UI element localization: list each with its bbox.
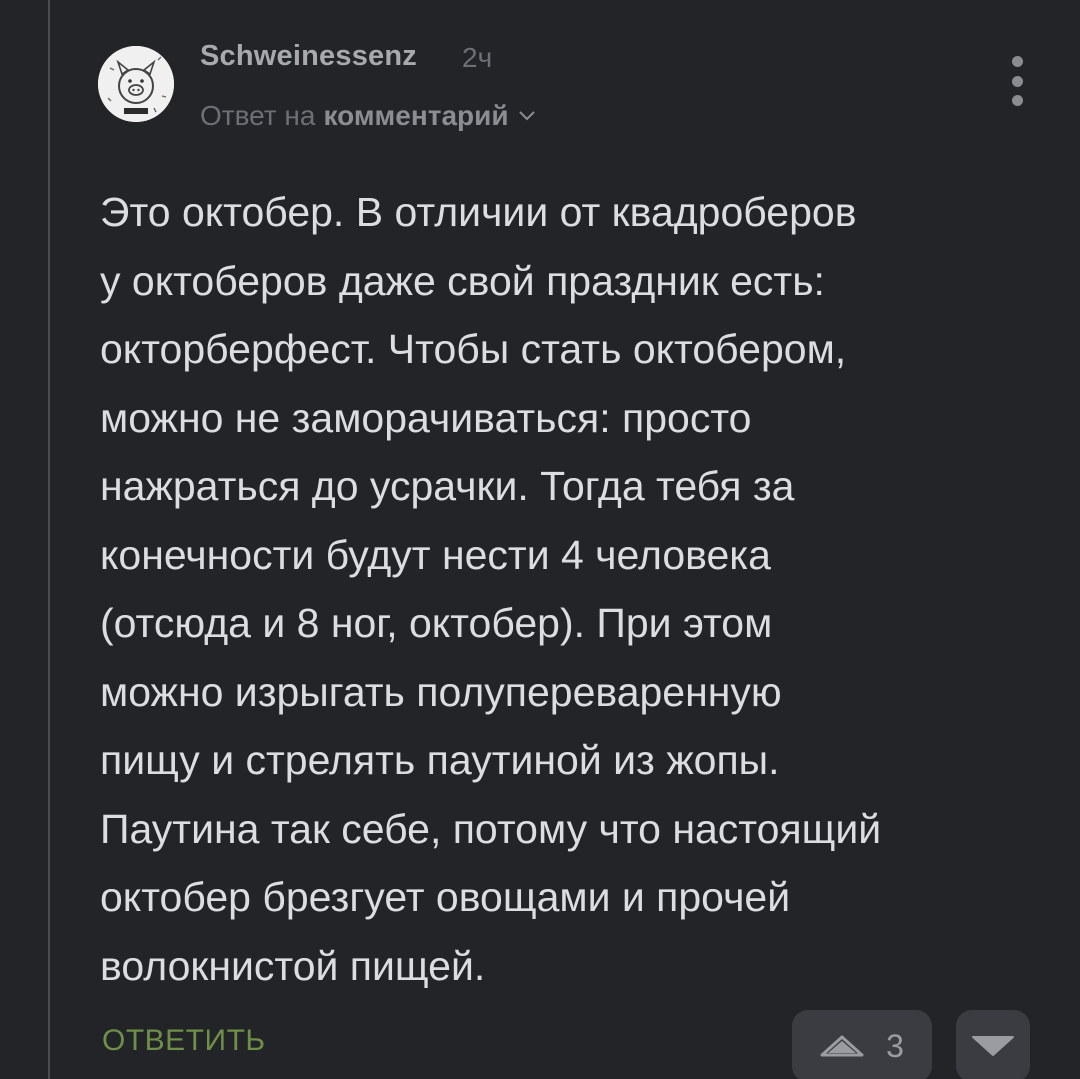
- more-vertical-icon[interactable]: [1004, 56, 1030, 106]
- reply-to-target[interactable]: комментарий: [323, 100, 508, 132]
- upvote-triangle-icon: [820, 1035, 864, 1057]
- reply-button[interactable]: ОТВЕТИТЬ: [102, 1024, 266, 1058]
- author-avatar[interactable]: [98, 46, 174, 122]
- comment-time: 2ч: [462, 42, 493, 73]
- pig-avatar-icon: [98, 46, 174, 122]
- chevron-down-icon: [518, 111, 535, 121]
- comment-body: Это октобер. В отличии от квадроберов у …: [100, 189, 882, 989]
- menu-dot: [1011, 56, 1023, 67]
- comment-page: Schweinessenz 2ч Ответ на комментарий Эт…: [0, 0, 1080, 1079]
- thread-line[interactable]: [48, 0, 50, 1079]
- menu-dot: [1011, 75, 1023, 87]
- upvote-button[interactable]: 3: [792, 1010, 932, 1079]
- menu-dot: [1011, 95, 1023, 106]
- reply-to-link[interactable]: Ответ на комментарий: [200, 100, 537, 132]
- downvote-triangle-icon: [972, 1036, 1014, 1056]
- author-name[interactable]: Schweinessenz: [200, 40, 417, 73]
- downvote-button[interactable]: [956, 1010, 1030, 1079]
- reply-to-prefix: Ответ на: [200, 100, 316, 131]
- rating-count: 3: [886, 1027, 904, 1064]
